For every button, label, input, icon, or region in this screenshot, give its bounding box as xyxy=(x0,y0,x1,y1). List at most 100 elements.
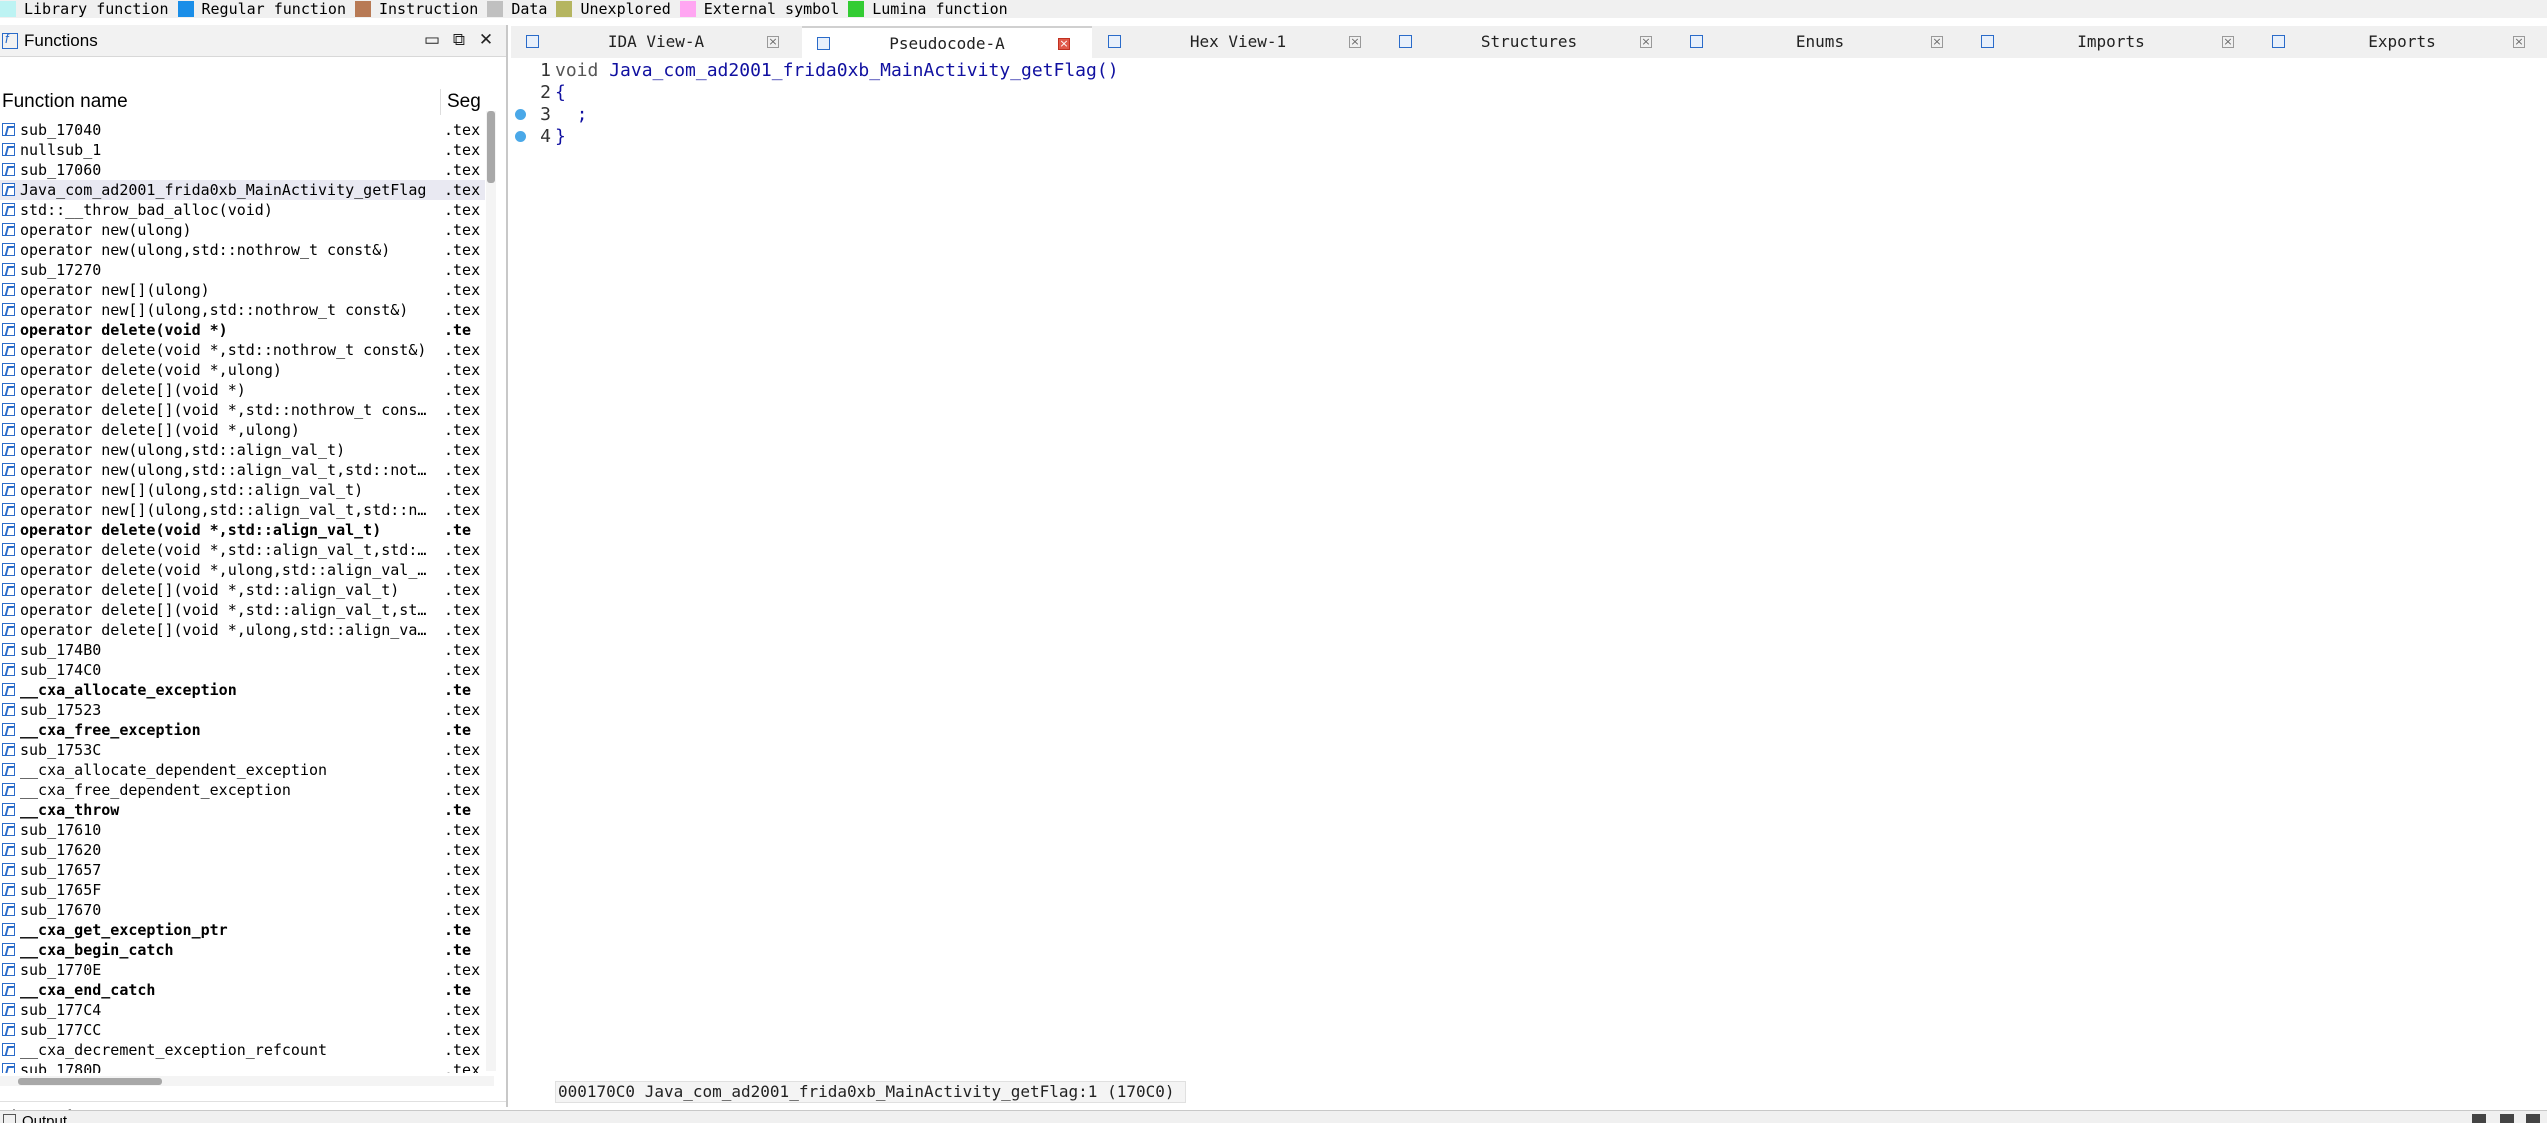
function-row[interactable]: std::__throw_bad_alloc(void) .tex xyxy=(0,200,485,220)
function-row[interactable]: sub_1780D .tex xyxy=(0,1060,485,1073)
tab-close-icon[interactable]: × xyxy=(1931,36,1943,48)
function-row[interactable]: operator new[](ulong,std::align_val_t) .t… xyxy=(0,480,485,500)
function-row[interactable]: operator delete(void *,ulong,std::align_… xyxy=(0,560,485,580)
function-segment: .te xyxy=(444,681,472,699)
function-name: operator new(ulong,std::nothrow_t const&… xyxy=(20,241,391,259)
function-row[interactable]: __cxa_decrement_exception_refcount .tex xyxy=(0,1040,485,1060)
function-row[interactable]: operator delete(void *,std::align_val_t,… xyxy=(0,540,485,560)
close-icon[interactable]: ✕ xyxy=(476,30,496,50)
function-row[interactable]: operator delete(void *,std::align_val_t)… xyxy=(0,520,485,540)
function-row[interactable]: __cxa_throw .te xyxy=(0,800,485,820)
legend-label: Unexplored xyxy=(580,0,671,18)
function-row[interactable]: operator new[](ulong,std::align_val_t,st… xyxy=(0,500,485,520)
function-segment: .te xyxy=(444,941,472,959)
function-row[interactable]: sub_17610 .tex xyxy=(0,820,485,840)
functions-list[interactable]: sub_17040 .tex nullsub_1 .tex sub_17060 .tex J… xyxy=(0,120,485,1073)
function-icon xyxy=(2,283,15,296)
functions-horizontal-scrollbar[interactable] xyxy=(0,1076,494,1086)
tab-imports[interactable]: Imports × xyxy=(1966,26,2256,58)
function-row[interactable]: sub_177CC .tex xyxy=(0,1020,485,1040)
function-row[interactable]: __cxa_get_exception_ptr .te xyxy=(0,920,485,940)
function-row[interactable]: operator delete[](void *,ulong) .tex xyxy=(0,420,485,440)
tab-close-icon[interactable]: × xyxy=(767,36,779,48)
function-segment: .tex xyxy=(444,641,481,659)
tab-ida-view-a[interactable]: IDA View-A × xyxy=(511,26,801,58)
function-row[interactable]: __cxa_begin_catch .te xyxy=(0,940,485,960)
function-icon xyxy=(2,31,18,49)
function-row[interactable]: sub_17620 .tex xyxy=(0,840,485,860)
tab-close-icon[interactable]: × xyxy=(1640,36,1652,48)
function-row[interactable]: __cxa_end_catch .te xyxy=(0,980,485,1000)
vertical-scroll-thumb[interactable] xyxy=(487,111,495,183)
function-row[interactable]: sub_177C4 .tex xyxy=(0,1000,485,1020)
functions-vertical-scrollbar[interactable] xyxy=(486,111,496,1071)
function-row[interactable]: sub_174C0 .tex xyxy=(0,660,485,680)
function-row[interactable]: operator delete[](void *,ulong,std::alig… xyxy=(0,620,485,640)
function-row[interactable]: operator delete[](void *) .tex xyxy=(0,380,485,400)
function-row[interactable]: sub_174B0 .tex xyxy=(0,640,485,660)
function-row[interactable]: operator delete[](void *,std::align_val_… xyxy=(0,580,485,600)
tab-label: Hex View-1 xyxy=(1189,32,1287,51)
tab-close-icon[interactable]: × xyxy=(2513,36,2525,48)
column-function-name[interactable]: Function name xyxy=(2,91,128,113)
tab-structures[interactable]: Structures × xyxy=(1384,26,1674,58)
tab-exports[interactable]: Exports × xyxy=(2257,26,2547,58)
function-segment: .tex xyxy=(444,361,481,379)
function-name: sub_1765F xyxy=(20,881,102,899)
column-separator[interactable] xyxy=(440,89,441,115)
function-icon xyxy=(2,1003,15,1016)
function-row[interactable]: sub_17060 .tex xyxy=(0,160,485,180)
tab-hex-view-1[interactable]: Hex View-1 × xyxy=(1093,26,1383,58)
function-name: operator delete[](void *) xyxy=(20,381,246,399)
function-row[interactable]: nullsub_1 .tex xyxy=(0,140,485,160)
function-row[interactable]: operator delete[](void *,std::nothrow_t … xyxy=(0,400,485,420)
function-row[interactable]: sub_17657 .tex xyxy=(0,860,485,880)
tab-close-icon[interactable]: × xyxy=(1058,38,1070,50)
output-label[interactable]: Output xyxy=(22,1111,67,1123)
breakpoint-dot-icon[interactable] xyxy=(515,109,526,120)
function-row[interactable]: sub_1753C .tex xyxy=(0,740,485,760)
function-row[interactable]: __cxa_free_exception .te xyxy=(0,720,485,740)
function-segment: .te xyxy=(444,921,472,939)
tab-close-icon[interactable]: × xyxy=(2222,36,2234,48)
function-row[interactable]: operator delete(void *,std::nothrow_t co… xyxy=(0,340,485,360)
function-row[interactable]: __cxa_allocate_exception .te xyxy=(0,680,485,700)
function-segment: .tex xyxy=(444,301,481,319)
column-segment[interactable]: Seg xyxy=(447,91,481,113)
function-row[interactable]: operator new(ulong) .tex xyxy=(0,220,485,240)
tab-enums[interactable]: Enums × xyxy=(1675,26,1965,58)
function-row[interactable]: sub_17670 .tex xyxy=(0,900,485,920)
function-row[interactable]: __cxa_free_dependent_exception .tex xyxy=(0,780,485,800)
tab-label: Structures xyxy=(1480,32,1578,51)
function-row[interactable]: operator delete(void *,ulong) .tex xyxy=(0,360,485,380)
function-name: operator new[](ulong,std::nothrow_t cons… xyxy=(20,301,409,319)
function-icon xyxy=(2,303,15,316)
breakpoint-dot-icon[interactable] xyxy=(515,131,526,142)
maximize-icon[interactable]: ▭ xyxy=(422,30,442,50)
function-row[interactable]: Java_com_ad2001_frida0xb_MainActivity_ge… xyxy=(0,180,485,200)
function-row[interactable]: sub_17040 .tex xyxy=(0,120,485,140)
function-row[interactable]: sub_1765F .tex xyxy=(0,880,485,900)
function-row[interactable]: operator new[](ulong) .tex xyxy=(0,280,485,300)
function-row[interactable]: operator delete[](void *,std::align_val_… xyxy=(0,600,485,620)
function-row[interactable]: operator new(ulong,std::align_val_t) .tex xyxy=(0,440,485,460)
float-icon[interactable]: ⧉ xyxy=(449,30,469,50)
horizontal-scroll-thumb[interactable] xyxy=(18,1078,162,1085)
function-icon xyxy=(2,603,15,616)
function-row[interactable]: operator delete(void *) .te xyxy=(0,320,485,340)
legend-label: Library function xyxy=(24,0,169,18)
tab-close-icon[interactable]: × xyxy=(1349,36,1361,48)
function-name: operator delete[](void *,std::align_val_… xyxy=(20,581,400,599)
tab-pseudocode-a[interactable]: Pseudocode-A × xyxy=(802,26,1092,60)
function-row[interactable]: operator new[](ulong,std::nothrow_t cons… xyxy=(0,300,485,320)
function-row[interactable]: sub_1770E .tex xyxy=(0,960,485,980)
function-segment: .tex xyxy=(444,881,481,899)
function-row[interactable]: __cxa_allocate_dependent_exception .tex xyxy=(0,760,485,780)
function-row[interactable]: operator new(ulong,std::align_val_t,std:… xyxy=(0,460,485,480)
function-segment: .tex xyxy=(444,581,481,599)
pseudocode-view[interactable]: 1 void Java_com_ad2001_frida0xb_MainActiv… xyxy=(511,58,2547,1078)
function-row[interactable]: sub_17523 .tex xyxy=(0,700,485,720)
function-row[interactable]: operator new(ulong,std::nothrow_t const&… xyxy=(0,240,485,260)
function-name: operator delete[](void *,ulong,std::alig… xyxy=(20,621,427,639)
function-row[interactable]: sub_17270 .tex xyxy=(0,260,485,280)
